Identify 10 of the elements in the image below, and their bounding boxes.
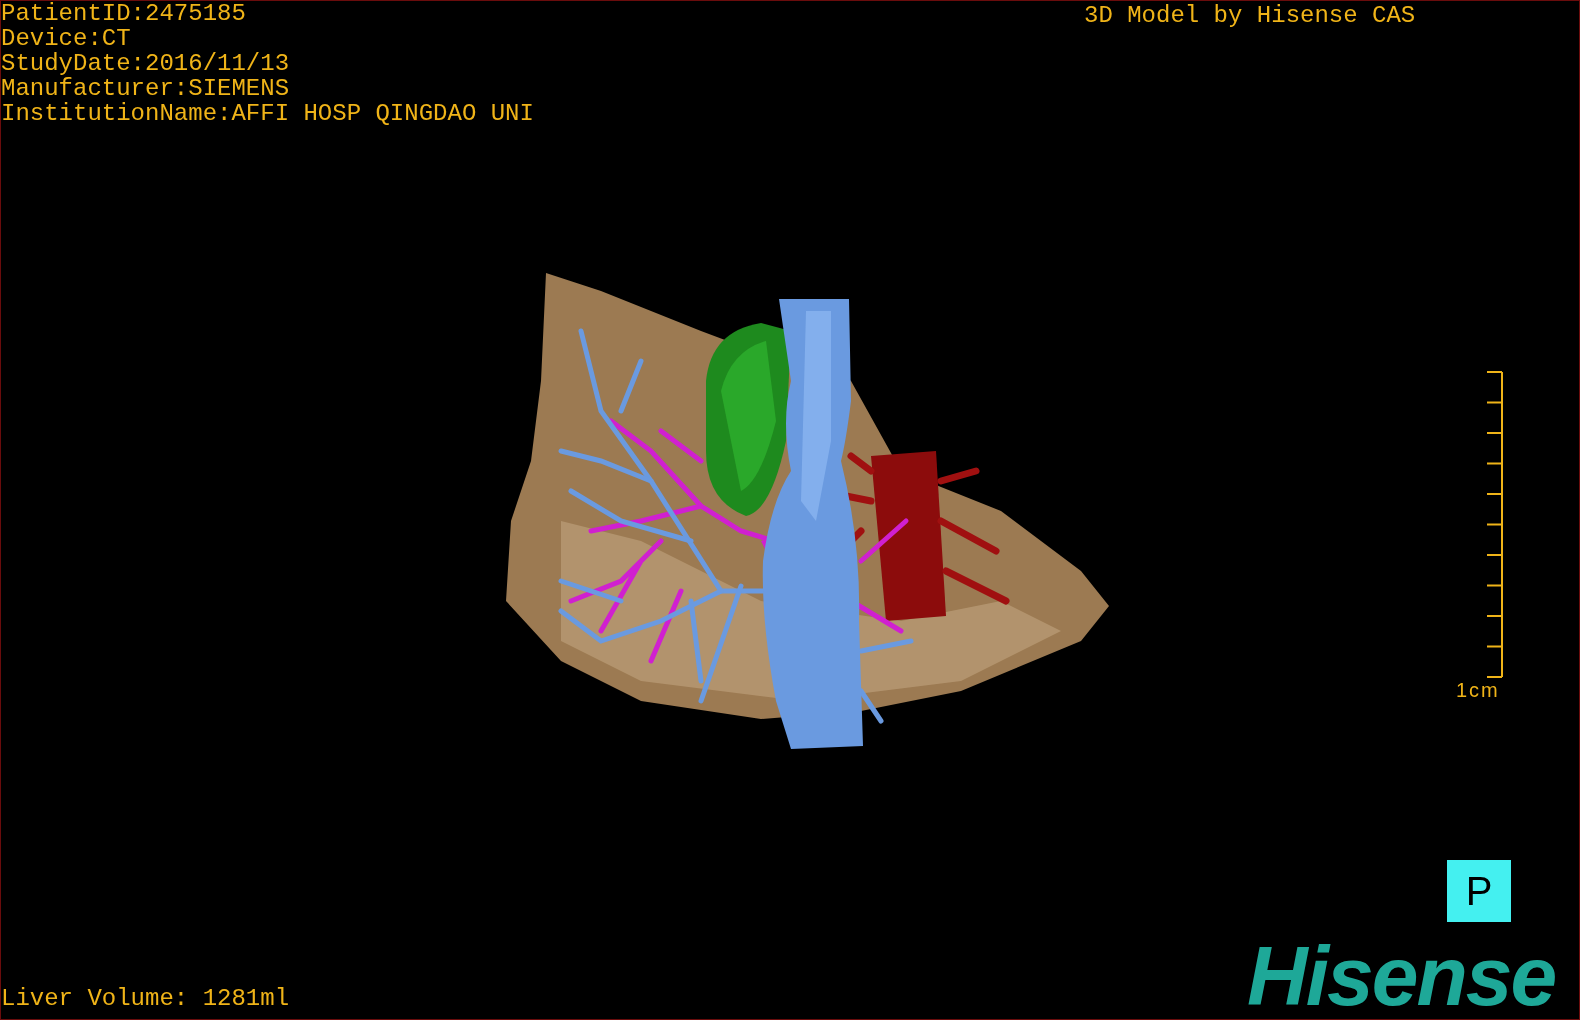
orientation-marker: P: [1447, 860, 1511, 922]
patient-info-text: Manufacturer:SIEMENS: [1, 76, 291, 101]
model-credit-text: 3D Model by Hisense CAS: [1084, 3, 1416, 28]
patient-info-text: Device:CT: [1, 26, 132, 51]
scale-label: 1cm: [1456, 679, 1500, 701]
patient-info-text: PatientID:2475185: [1, 1, 247, 26]
patient-info-text: StudyDate:2016/11/13: [1, 51, 291, 76]
liver-volume-text: Liver Volume: 1281ml: [1, 986, 290, 1011]
brand-logo: Hisense: [1247, 936, 1556, 1016]
patient-info-text: InstitutionName:AFFI HOSP QINGDAO UNI: [1, 101, 534, 126]
